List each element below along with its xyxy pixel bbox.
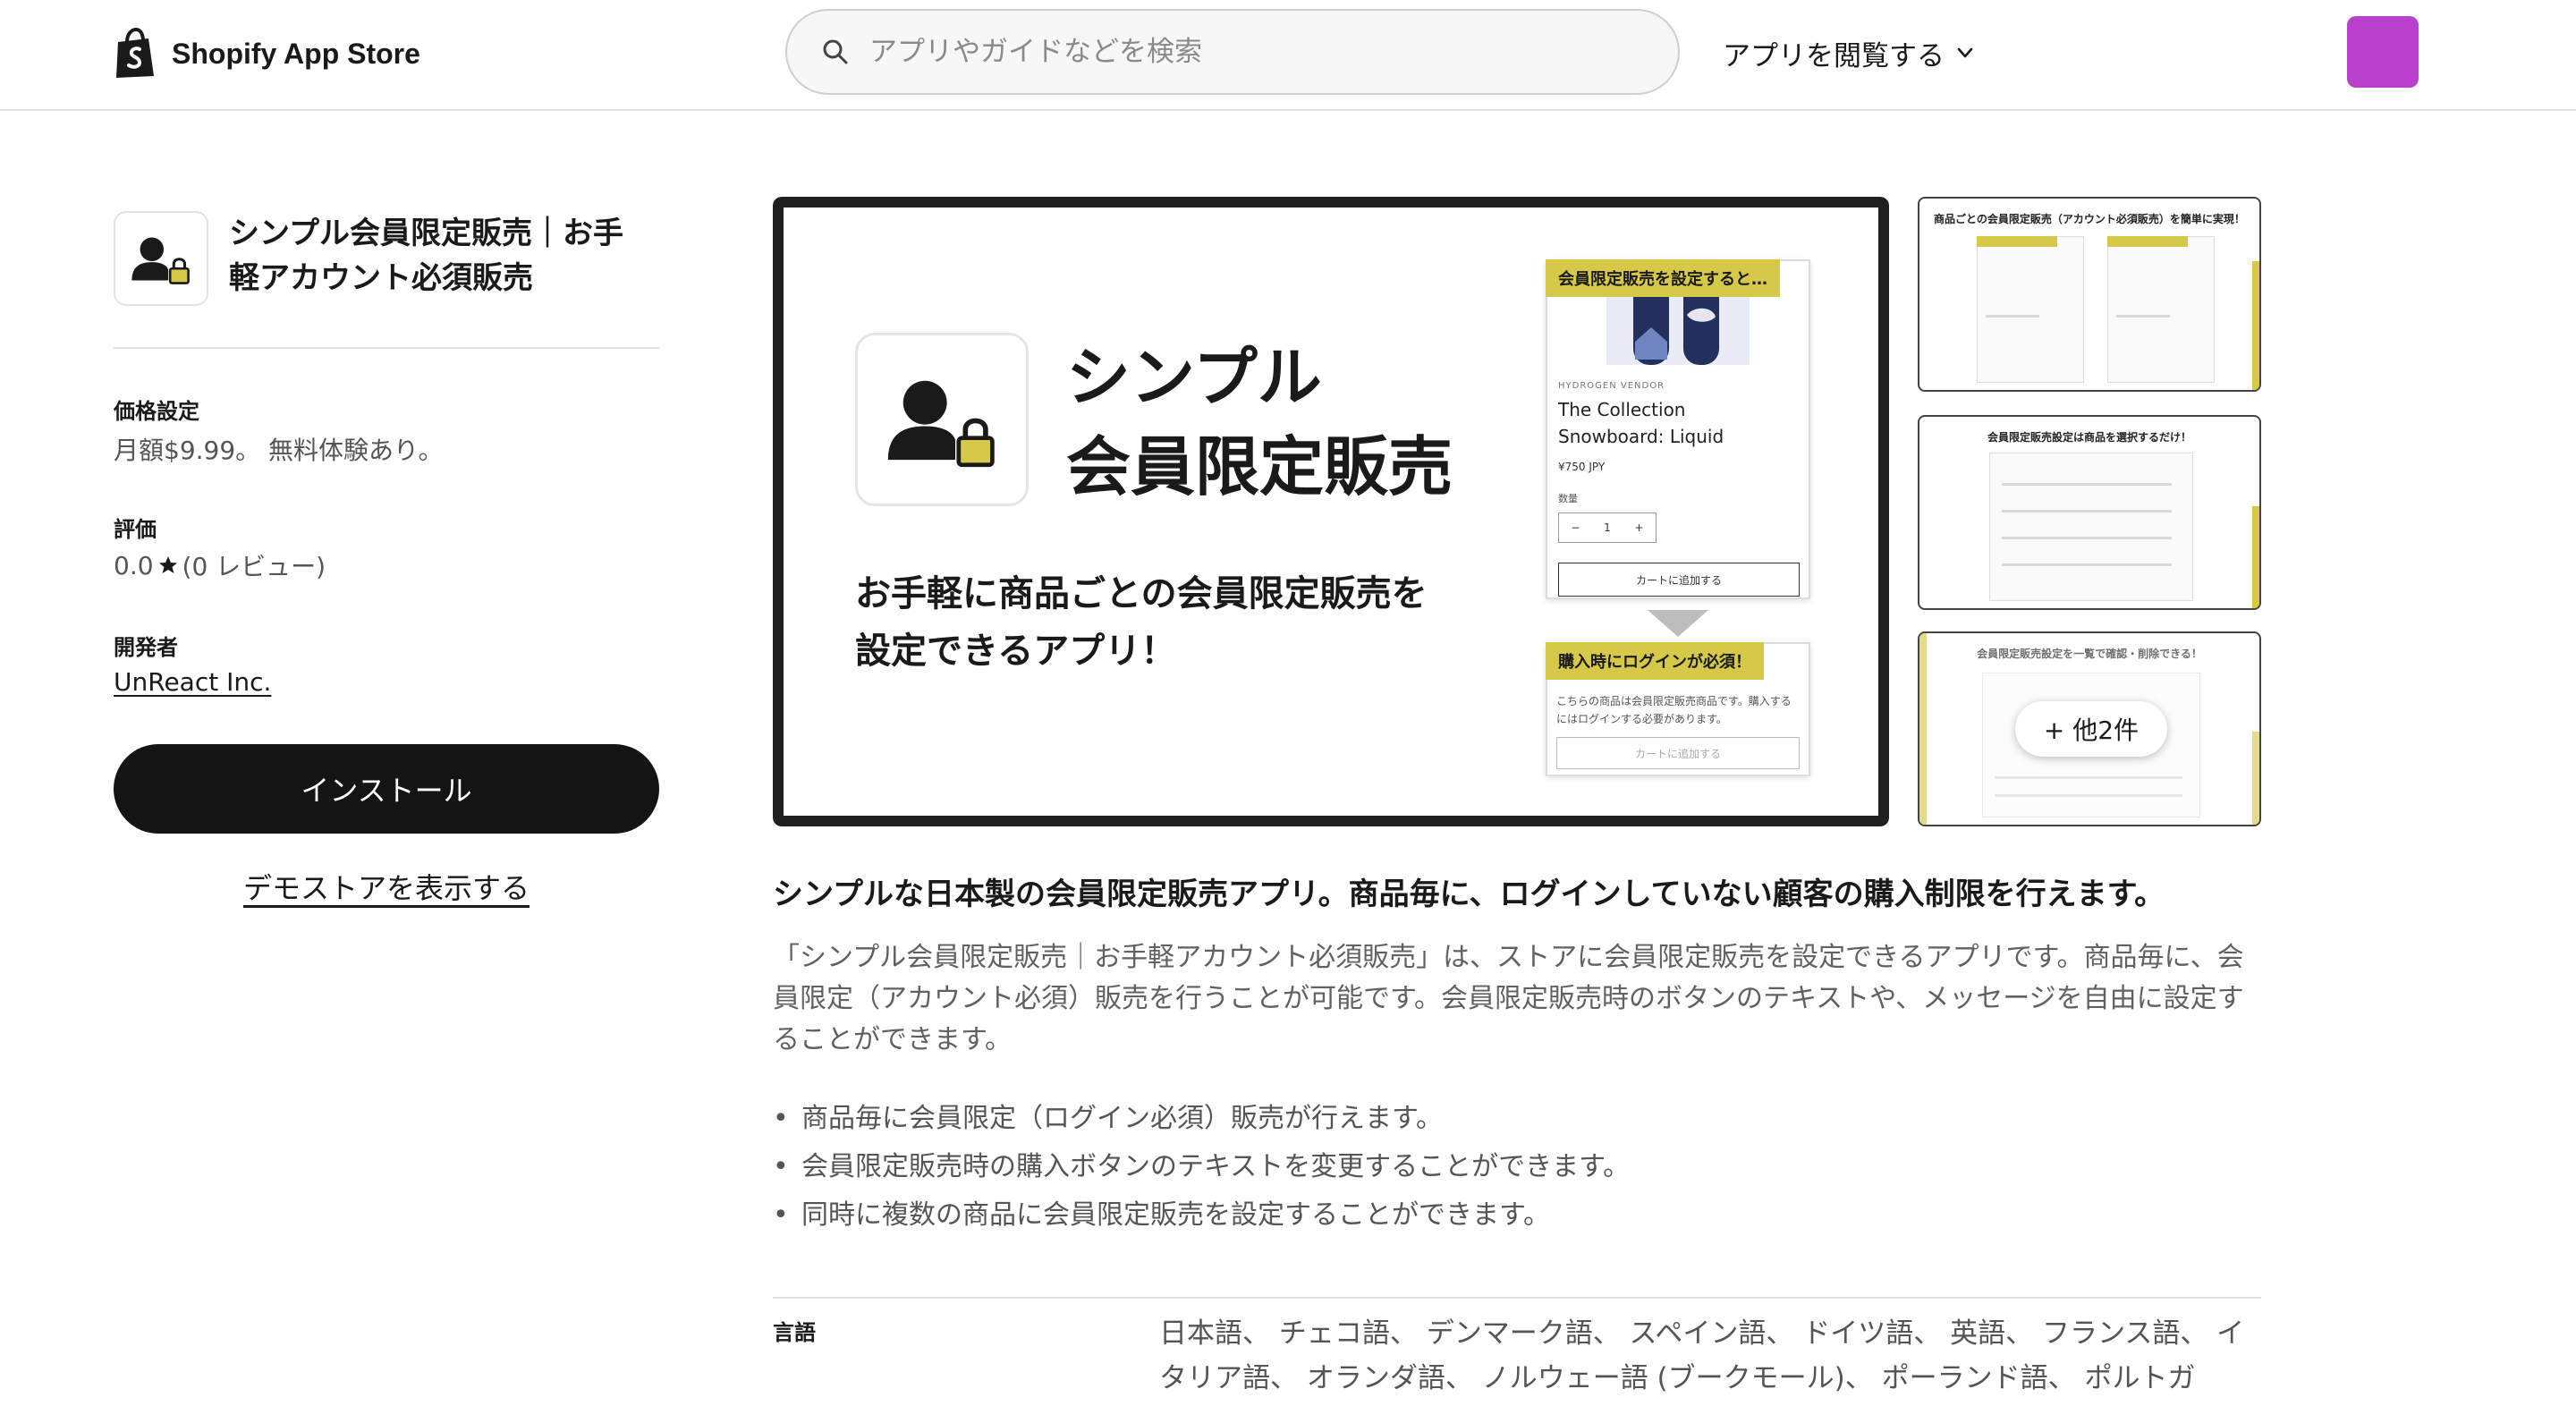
add-to-cart-mock-button: カートに追加する (1558, 563, 1800, 597)
hero-app-icon (855, 333, 1029, 506)
hero-subtitle-line: 設定できるアプリ！ (855, 631, 1177, 672)
pricing-label: 価格設定 (114, 399, 199, 424)
chevron-down-icon (1957, 47, 1973, 58)
sidebar-divider (114, 347, 659, 349)
language-value: 日本語、 チェコ語、 デンマーク語、 スペイン語、 ドイツ語、 英語、 フランス… (1159, 1317, 2245, 1394)
details-divider (773, 1297, 2261, 1299)
feature-text: 同時に複数の商品に会員限定販売を設定することができます。 (801, 1199, 1550, 1231)
arrow-down-icon (1648, 610, 1708, 637)
thumb-line (1986, 315, 2039, 318)
pricing-value: 月額$9.99。 無料体験あり。 (114, 436, 444, 465)
user-lock-icon (131, 237, 190, 284)
install-button[interactable]: インストール (114, 744, 659, 834)
product-name-line: The Collection (1558, 399, 1686, 420)
mockup-tag: 購入時にログインが必須！ (1546, 642, 1764, 680)
thumb-title: 会員限定販売設定は商品を選択するだけ！ (1987, 431, 2191, 444)
thumb-line (2002, 510, 2172, 512)
hero-title: シンプル 会員限定販売 (1066, 333, 1453, 512)
hero-subtitle-line: お手軽に商品ごとの会員限定販売を (855, 573, 1428, 614)
browse-apps-menu[interactable]: アプリを閲覧する (1723, 30, 1977, 75)
browse-apps-label: アプリを閲覧する (1723, 39, 1945, 72)
product-price: ¥750 JPY (1558, 461, 1606, 473)
hero-subtitle: お手軽に商品ごとの会員限定販売を 設定できるアプリ！ (855, 565, 1428, 680)
logo-text: Shopify App Store (172, 37, 420, 70)
rating-value[interactable]: 0.0 (0 レビュー) (114, 547, 326, 583)
product-mockup: HYDROGEN VENDOR The Collection Snowboard… (1546, 259, 1810, 599)
developer-label: 開発者 (114, 635, 178, 660)
plus-icon: + (1634, 521, 1644, 534)
hero-accent-bar (773, 197, 784, 537)
app-headline: シンプルな日本製の会員限定販売アプリ。商品毎に、ログインしていない顧客の購入制限… (773, 877, 2165, 912)
screenshot-thumbnail-3[interactable]: 会員限定販売設定を一覧で確認・削除できる！ + 他2件 (1918, 631, 2261, 826)
bullet-icon: • (773, 1199, 789, 1231)
top-header: Shopify App Store アプリを閲覧する (0, 0, 2576, 111)
feature-list: • 商品毎に会員限定（ログイン必須）販売が行えます。 • 会員限定販売時の購入ボタン… (773, 1095, 1630, 1240)
minus-icon: − (1571, 521, 1580, 534)
hero-accent-bar (1878, 458, 1889, 826)
thumb-accent (2107, 236, 2188, 247)
hero-title-line: 会員限定販売 (1066, 429, 1453, 504)
thumb-card (1989, 453, 2193, 601)
rating-count: (0 レビュー) (182, 552, 326, 581)
search-icon (823, 39, 848, 64)
developer-link[interactable]: UnReact Inc. (114, 667, 271, 697)
quantity-label: 数量 (1558, 493, 1578, 504)
language-label: 言語 (773, 1320, 816, 1345)
thumb-card (2107, 236, 2215, 383)
bullet-icon: • (773, 1103, 789, 1134)
search-input[interactable] (868, 35, 1637, 69)
hero-accent-bar (773, 197, 1095, 208)
screenshot-thumbnail-1[interactable]: 商品ごとの会員限定販売（アカウント必須販売）を簡単に実現！ (1918, 197, 2261, 392)
feature-text: 商品毎に会員限定（ログイン必須）販売が行えます。 (801, 1103, 1443, 1134)
mockup-tag: 会員限定販売を設定すると… (1546, 259, 1780, 297)
shopify-bag-icon (116, 28, 154, 78)
app-title: シンプル会員限定販売｜お手軽アカウント必須販売 (229, 216, 623, 296)
thumb-line (2002, 483, 2172, 486)
bullet-icon: • (773, 1151, 789, 1182)
feature-item: • 商品毎に会員限定（ログイン必須）販売が行えます。 (773, 1095, 1630, 1143)
rating-score: 0.0 (114, 550, 154, 580)
quantity-value: 1 (1604, 521, 1611, 534)
star-icon (158, 556, 177, 573)
app-icon (114, 211, 208, 306)
product-name-line: Snowboard: Liquid (1558, 426, 1724, 447)
thumb-accent (2252, 261, 2259, 390)
disabled-cart-mock-button: カートに追加する (1556, 737, 1800, 769)
product-vendor: HYDROGEN VENDOR (1558, 381, 1665, 391)
more-screenshots-button[interactable]: + 他2件 (2015, 701, 2167, 757)
hero-title-line: シンプル (1066, 340, 1322, 415)
login-message: こちらの商品は会員限定販売商品です。購入するにはログインする必要があります。 (1556, 695, 1792, 725)
rating-label: 評価 (114, 517, 157, 542)
quantity-stepper: − 1 + (1558, 512, 1657, 543)
user-avatar[interactable] (2347, 16, 2419, 88)
thumb-card (1977, 236, 2084, 383)
product-name: The Collection Snowboard: Liquid (1558, 396, 1809, 450)
thumb-accent (1977, 236, 2057, 247)
shopify-logo[interactable]: Shopify App Store (113, 27, 420, 80)
thumb-line (2116, 315, 2170, 318)
demo-store-link[interactable]: デモストアを表示する (114, 866, 659, 907)
feature-text: 会員限定販売時の購入ボタンのテキストを変更することができます。 (801, 1151, 1631, 1182)
thumb-line (2002, 537, 2172, 539)
user-lock-icon (887, 380, 995, 468)
search-bar[interactable] (785, 9, 1680, 95)
snowboard-image (1606, 279, 1750, 365)
feature-item: • 会員限定販売時の購入ボタンのテキストを変更することができます。 (773, 1143, 1630, 1191)
snowboard-icon (1633, 279, 1719, 365)
thumb-accent (2252, 506, 2259, 608)
screenshot-thumbnail-2[interactable]: 会員限定販売設定は商品を選択するだけ！ (1918, 415, 2261, 610)
hero-accent-bar (1576, 816, 1889, 826)
feature-item: • 同時に複数の商品に会員限定販売を設定することができます。 (773, 1191, 1630, 1240)
app-description: 「シンプル会員限定販売｜お手軽アカウント必須販売」は、ストアに会員限定販売を設定… (773, 942, 2244, 1055)
thumb-title: 商品ごとの会員限定販売（アカウント必須販売）を簡単に実現！ (1934, 213, 2245, 225)
hero-screenshot[interactable]: シンプル 会員限定販売 お手軽に商品ごとの会員限定販売を 設定できるアプリ！ H… (773, 197, 1889, 826)
thumb-line (2002, 563, 2172, 566)
